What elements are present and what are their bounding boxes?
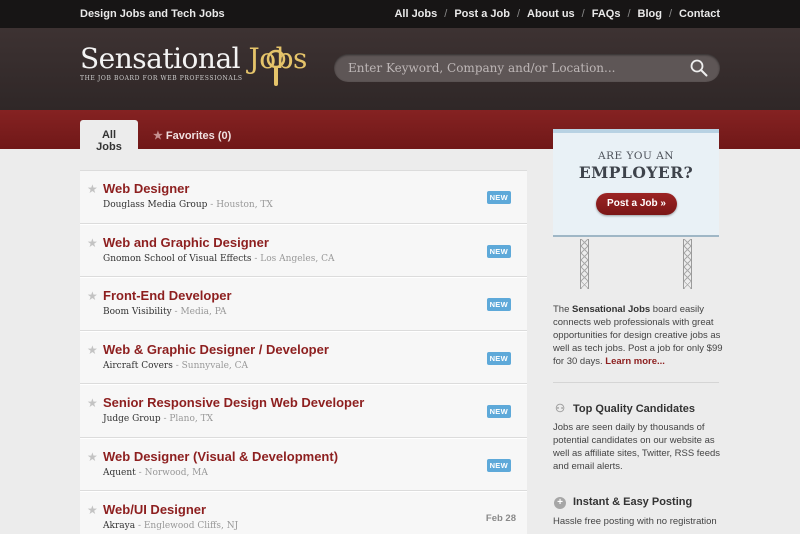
feature-posting-title: + Instant & Easy Posting bbox=[553, 496, 692, 509]
job-location: Sunnyvale, CA bbox=[181, 360, 249, 371]
feature-posting-text: Hassle free posting with no registration bbox=[553, 516, 717, 527]
job-location: Media, PA bbox=[180, 307, 227, 317]
new-badge: NEW bbox=[486, 191, 511, 204]
job-title[interactable]: Front-End Developer bbox=[103, 288, 232, 303]
intro-brand: Sensational Jobs bbox=[572, 304, 651, 315]
job-company: Gnomon School of Visual Effects bbox=[103, 253, 252, 264]
billboard-heading: ARE YOU AN bbox=[598, 150, 674, 162]
job-row[interactable]: ★ Web Designer Douglass Media Group - Ho… bbox=[80, 170, 527, 224]
learn-more-link[interactable]: Learn more... bbox=[605, 356, 665, 367]
new-badge: NEW bbox=[486, 351, 511, 365]
top-bar: Design Jobs and Tech Jobs All Jobs / Post… bbox=[0, 0, 800, 28]
feature-candidates-text: Jobs are seen daily by thousands of pote… bbox=[553, 422, 721, 472]
billboard-panel bbox=[553, 129, 719, 235]
favorite-star-icon[interactable]: ★ bbox=[87, 182, 98, 196]
favorite-star-icon[interactable]: ★ bbox=[87, 343, 98, 357]
star-icon: ★ bbox=[153, 130, 163, 142]
search-icon[interactable] bbox=[690, 59, 708, 77]
job-location: Los Angeles, CA bbox=[260, 253, 335, 264]
job-location: Englewood Cliffs, NJ bbox=[143, 521, 239, 531]
search-input[interactable] bbox=[348, 59, 668, 77]
billboard-title: EMPLOYER? bbox=[578, 163, 694, 182]
favorite-star-icon[interactable]: ★ bbox=[87, 503, 98, 517]
job-company: Aquent bbox=[103, 467, 136, 478]
job-title[interactable]: Senior Responsive Design Web Developer bbox=[103, 395, 364, 410]
new-badge: NEW bbox=[486, 298, 511, 311]
logo-word: Sensational bbox=[80, 42, 241, 75]
nav-about[interactable]: About us bbox=[527, 8, 575, 20]
job-row[interactable]: ★ Web/UI Designer Akraya - Englewood Cli… bbox=[80, 491, 527, 534]
tab-favorites[interactable]: ★ Favorites (0) bbox=[143, 120, 241, 149]
job-company: Akraya bbox=[103, 521, 136, 531]
site-header: Sensational Jobs THE JOB BOARD FOR WEB P… bbox=[0, 28, 800, 110]
job-title[interactable]: Web Designer (Visual & Development) bbox=[103, 449, 338, 464]
plus-icon: + bbox=[554, 497, 566, 509]
new-badge: NEW bbox=[486, 244, 511, 258]
nav-all-jobs[interactable]: All Jobs bbox=[394, 8, 437, 20]
tab-favorites-label: Favorites (0) bbox=[165, 130, 232, 142]
job-company: Judge Group bbox=[103, 414, 161, 424]
job-row[interactable]: ★ Front-End Developer Boom Visibility - … bbox=[80, 277, 527, 331]
site-slogan: Design Jobs and Tech Jobs bbox=[80, 8, 225, 20]
job-title[interactable]: Web and Graphic Designer bbox=[103, 235, 269, 250]
job-row[interactable]: ★ Web & Graphic Designer / Developer Air… bbox=[80, 330, 527, 384]
nav-contact[interactable]: Contact bbox=[679, 8, 720, 20]
job-row[interactable]: ★ Web Designer (Visual & Development) Aq… bbox=[80, 437, 527, 491]
job-company: Boom Visibility bbox=[103, 307, 172, 317]
billboard-leg bbox=[683, 239, 692, 289]
favorite-star-icon[interactable]: ★ bbox=[87, 289, 98, 303]
nav-faqs[interactable]: FAQs bbox=[592, 8, 621, 20]
job-title[interactable]: Web/UI Designer bbox=[103, 502, 206, 517]
new-badge: NEW bbox=[486, 458, 511, 472]
nav-post-job[interactable]: Post a Job bbox=[454, 8, 510, 20]
job-location: Norwood, MA bbox=[144, 467, 208, 478]
job-location: Houston, TX bbox=[216, 200, 273, 210]
magnifier-logo-icon bbox=[266, 49, 286, 86]
post-job-button[interactable]: Post a Job » bbox=[596, 193, 677, 215]
feature-candidates-title: ⚇ Top Quality Candidates bbox=[553, 402, 695, 415]
job-row[interactable]: ★ Web and Graphic Designer Gnomon School… bbox=[80, 223, 527, 277]
job-location: Plano, TX bbox=[169, 414, 214, 424]
sidebar-divider bbox=[553, 382, 719, 383]
top-nav: All Jobs / Post a Job / About us / FAQs / Bl… bbox=[394, 8, 720, 20]
job-company: Aircraft Covers bbox=[103, 360, 173, 371]
job-title[interactable]: Web Designer bbox=[103, 181, 189, 196]
job-title[interactable]: Web & Graphic Designer / Developer bbox=[103, 342, 329, 357]
job-company: Douglass Media Group bbox=[103, 200, 208, 210]
favorite-star-icon[interactable]: ★ bbox=[87, 450, 98, 464]
favorite-star-icon[interactable]: ★ bbox=[87, 236, 98, 250]
search-bar bbox=[334, 54, 720, 82]
job-row[interactable]: ★ Senior Responsive Design Web Developer… bbox=[80, 384, 527, 438]
billboard-leg bbox=[580, 239, 589, 289]
people-icon: ⚇ bbox=[555, 403, 565, 415]
job-date: Feb 28 bbox=[485, 513, 516, 524]
job-list: ★ Web Designer Douglass Media Group - Ho… bbox=[80, 170, 527, 534]
favorite-star-icon[interactable]: ★ bbox=[87, 396, 98, 410]
site-logo[interactable]: Sensational Jobs THE JOB BOARD FOR WEB P… bbox=[80, 42, 307, 86]
employer-billboard: ARE YOU AN EMPLOYER? Post a Job » bbox=[553, 129, 719, 289]
sidebar-intro: The Sensational Jobs board easily connec… bbox=[553, 304, 723, 367]
tab-all-jobs[interactable]: All Jobs bbox=[80, 120, 138, 153]
nav-blog[interactable]: Blog bbox=[638, 8, 662, 20]
new-badge: NEW bbox=[486, 405, 511, 418]
